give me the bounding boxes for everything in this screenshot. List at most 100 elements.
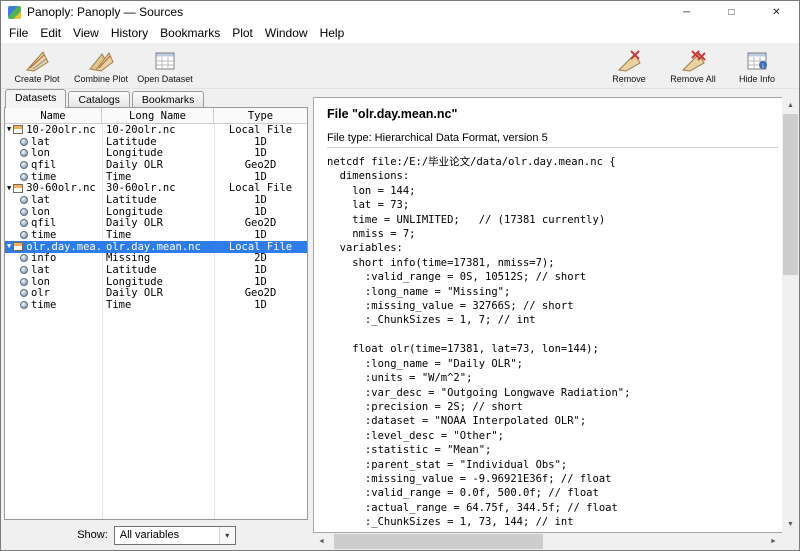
tree-cell-type: 1D bbox=[214, 264, 307, 276]
dataset-icon bbox=[13, 125, 23, 134]
info-file-type: File type: Hierarchical Data Format, ver… bbox=[327, 132, 778, 144]
combine-plot-button[interactable]: Combine Plot bbox=[69, 43, 133, 88]
menu-window[interactable]: Window bbox=[259, 24, 314, 42]
tree-row[interactable]: qfilDaily OLRGeo2D bbox=[5, 159, 307, 171]
tree-row[interactable]: olrDaily OLRGeo2D bbox=[5, 288, 307, 300]
menu-plot[interactable]: Plot bbox=[226, 24, 259, 42]
scroll-right-icon[interactable]: ► bbox=[765, 533, 782, 550]
tree-cell-long-name: Longitude bbox=[102, 206, 214, 218]
menu-view[interactable]: View bbox=[67, 24, 105, 42]
tree-cell-type: 2D bbox=[214, 252, 307, 264]
tree-cell-name: ▼ 10-20olr.nc bbox=[5, 124, 102, 136]
hide-info-button[interactable]: iHide Info bbox=[725, 43, 789, 88]
toolbar-button-label: Hide Info bbox=[739, 74, 775, 84]
toolbar-button-label: Remove All bbox=[670, 74, 716, 84]
tree-cell-type: 1D bbox=[214, 229, 307, 241]
tree-row[interactable]: ▼10-20olr.nc10-20olr.ncLocal File bbox=[5, 124, 307, 136]
tree-row[interactable]: infoMissing2D bbox=[5, 253, 307, 265]
tree-cell-name: ▼ 30-60olr.nc bbox=[5, 182, 102, 194]
menu-help[interactable]: Help bbox=[314, 24, 351, 42]
horizontal-scroll-track[interactable] bbox=[330, 533, 765, 550]
tree-name-label: time bbox=[31, 299, 56, 311]
tree-row[interactable]: ▼olr.day.mea...olr.day.mean.ncLocal File bbox=[5, 241, 307, 253]
tree-row[interactable]: lonLongitude1D bbox=[5, 276, 307, 288]
tree-name-label: time bbox=[31, 229, 56, 241]
menu-file[interactable]: File bbox=[3, 24, 34, 42]
tree-row[interactable]: qfilDaily OLRGeo2D bbox=[5, 218, 307, 230]
horizontal-scroll-thumb[interactable] bbox=[334, 534, 543, 549]
create-plot-icon bbox=[24, 48, 50, 74]
tree-name-label: olr.day.mea... bbox=[26, 241, 102, 253]
close-button[interactable]: ✕ bbox=[754, 1, 799, 23]
maximize-button[interactable]: □ bbox=[709, 1, 754, 23]
menu-bookmarks[interactable]: Bookmarks bbox=[154, 24, 226, 42]
tab-datasets[interactable]: Datasets bbox=[5, 89, 66, 108]
tree-cell-name: time bbox=[5, 229, 102, 241]
expand-triangle-icon[interactable]: ▼ bbox=[7, 185, 11, 192]
variables-filter-select[interactable]: All variables ▾ bbox=[114, 526, 236, 545]
minimize-button[interactable]: ─ bbox=[664, 1, 709, 23]
tree-name-label: lat bbox=[31, 264, 50, 276]
column-header-name[interactable]: Name bbox=[5, 108, 102, 123]
bottom-scroll-row: ◄ ► bbox=[313, 533, 799, 550]
expand-triangle-icon[interactable]: ▼ bbox=[7, 243, 11, 250]
tab-bookmarks[interactable]: Bookmarks bbox=[132, 91, 205, 108]
tab-catalogs[interactable]: Catalogs bbox=[68, 91, 129, 108]
create-plot-button[interactable]: Create Plot bbox=[5, 43, 69, 88]
variable-icon bbox=[20, 138, 28, 146]
tree-name-label: 30-60olr.nc bbox=[26, 182, 96, 194]
expand-triangle-icon[interactable]: ▼ bbox=[7, 126, 11, 133]
variable-icon bbox=[20, 231, 28, 239]
scroll-left-icon[interactable]: ◄ bbox=[313, 533, 330, 550]
scroll-down-icon[interactable]: ▼ bbox=[782, 516, 799, 533]
tree-row[interactable]: latLatitude1D bbox=[5, 136, 307, 148]
combine-plot-icon bbox=[88, 48, 114, 74]
toolbar-button-label: Combine Plot bbox=[74, 74, 128, 84]
datasets-tree-panel: NameLong NameType ▼ 10-20olr.nc10-20olr.n… bbox=[4, 107, 308, 520]
menu-bar: FileEditViewHistoryBookmarksPlotWindowHe… bbox=[1, 23, 799, 43]
remove-all-icon bbox=[680, 48, 706, 74]
tree-body[interactable]: ▼10-20olr.nc10-20olr.ncLocal FilelatLati… bbox=[5, 124, 307, 519]
tree-row[interactable]: timeTime1D bbox=[5, 229, 307, 241]
tree-name-label: olr bbox=[31, 287, 50, 299]
titlebar[interactable]: Panoply: Panoply — Sources ─ □ ✕ bbox=[1, 1, 799, 23]
variable-icon bbox=[20, 173, 28, 181]
variable-icon bbox=[20, 289, 28, 297]
horizontal-scrollbar[interactable]: ◄ ► bbox=[313, 533, 782, 550]
tree-row[interactable]: ▼ 30-60olr.nc30-60olr.nc Local File bbox=[5, 182, 307, 194]
tree-cell-name: lat bbox=[5, 194, 102, 206]
tree-row[interactable]: lonLongitude1D bbox=[5, 147, 307, 159]
vertical-scroll-track[interactable] bbox=[782, 114, 799, 516]
tree-cell-type: 1D bbox=[214, 136, 307, 148]
column-header-long-name[interactable]: Long Name bbox=[102, 108, 214, 123]
open-dataset-button[interactable]: Open Dataset bbox=[133, 43, 197, 88]
tree-row[interactable]: latLatitude1D bbox=[5, 264, 307, 276]
scroll-up-icon[interactable]: ▲ bbox=[782, 97, 799, 114]
toolbar-button-label: Open Dataset bbox=[137, 74, 193, 84]
remove-all-button[interactable]: Remove All bbox=[661, 43, 725, 88]
tree-name-label: lat bbox=[31, 136, 50, 148]
variable-icon bbox=[20, 196, 28, 204]
tree-cell-long-name: Longitude bbox=[102, 276, 214, 288]
tree-row[interactable]: latLatitude1D bbox=[5, 194, 307, 206]
tree-cell-type: Local File bbox=[214, 241, 307, 253]
tree-name-label: 10-20olr.nc bbox=[26, 124, 96, 136]
toolbar-left-group: Create Plot Combine Plot Open Dataset bbox=[5, 43, 197, 88]
column-header-type[interactable]: Type bbox=[214, 108, 307, 123]
tree-row[interactable]: lonLongitude1D bbox=[5, 206, 307, 218]
tree-cell-long-name: Time bbox=[102, 299, 214, 311]
menu-history[interactable]: History bbox=[105, 24, 154, 42]
menu-edit[interactable]: Edit bbox=[34, 24, 67, 42]
dataset-icon bbox=[13, 184, 23, 193]
tree-row[interactable]: timeTime1D bbox=[5, 299, 307, 311]
tree-cell-type: Local File bbox=[214, 182, 307, 194]
variable-icon bbox=[20, 149, 28, 157]
vertical-scroll-thumb[interactable] bbox=[783, 114, 798, 275]
variable-icon bbox=[20, 219, 28, 227]
tree-row[interactable]: timeTime1D bbox=[5, 171, 307, 183]
remove-button[interactable]: Remove bbox=[597, 43, 661, 88]
toolbar-button-label: Remove bbox=[612, 74, 646, 84]
vertical-scrollbar[interactable]: ▲ ▼ bbox=[782, 97, 799, 533]
remove-icon bbox=[616, 48, 642, 74]
variable-icon bbox=[20, 161, 28, 169]
